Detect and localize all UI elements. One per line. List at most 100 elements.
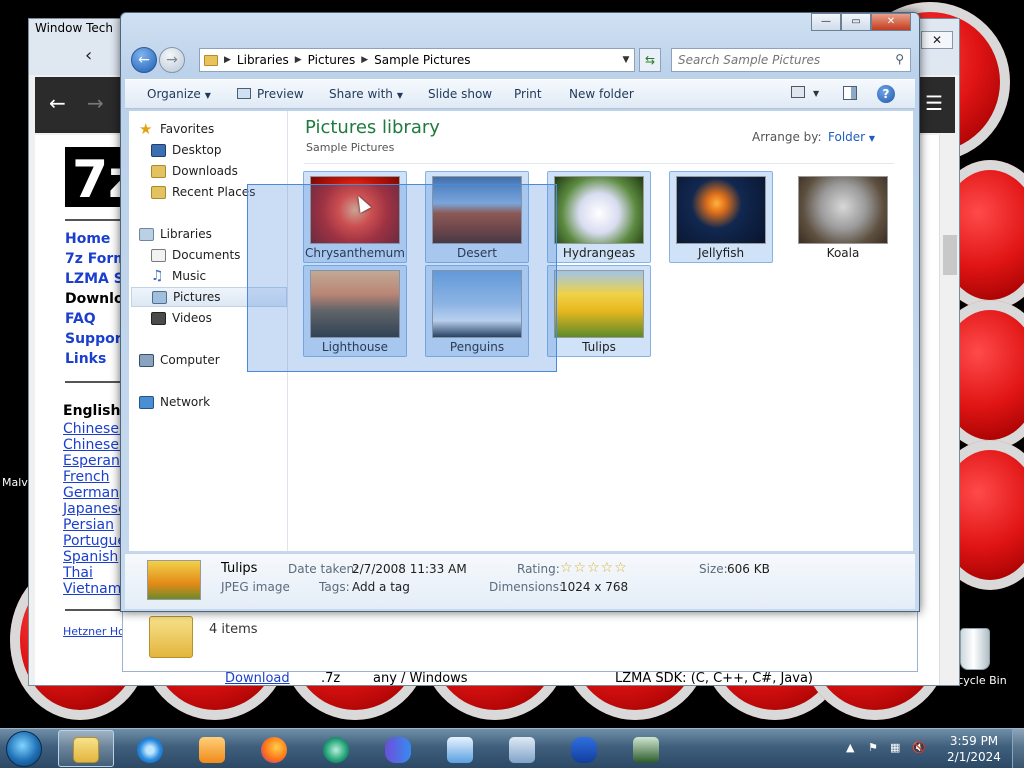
breadcrumb-pictures[interactable]: Pictures bbox=[308, 53, 356, 67]
nav-downloads[interactable]: Downloads bbox=[151, 161, 307, 181]
tags-value[interactable]: Add a tag bbox=[352, 580, 410, 594]
taskbar-app-9[interactable] bbox=[618, 730, 674, 767]
picture-name: Koala bbox=[826, 246, 860, 260]
picture-thumbnail bbox=[554, 176, 644, 244]
taskbar: ▲ ⚑ ▦ 🔇 3:59 PM 2/1/2024 bbox=[0, 728, 1024, 768]
clock-date: 2/1/2024 bbox=[947, 750, 1001, 764]
new-folder-button[interactable]: New folder bbox=[569, 87, 634, 101]
nav-label: Computer bbox=[160, 353, 220, 367]
change-view-icon[interactable] bbox=[791, 86, 805, 98]
slide-show-button[interactable]: Slide show bbox=[428, 87, 492, 101]
breadcrumb-libraries[interactable]: Libraries bbox=[237, 53, 289, 67]
infinity-icon bbox=[385, 737, 411, 763]
table-cell[interactable]: Download bbox=[225, 671, 290, 686]
date-taken-label: Date taken: bbox=[288, 562, 359, 576]
clock-time: 3:59 PM bbox=[949, 734, 999, 748]
browser-back-icon[interactable]: ← bbox=[49, 91, 66, 115]
taskbar-app-5[interactable] bbox=[370, 730, 426, 767]
browser-forward-icon[interactable]: → bbox=[87, 91, 104, 115]
divider bbox=[65, 381, 125, 383]
preview-pane-icon[interactable] bbox=[843, 86, 857, 100]
show-desktop-button[interactable] bbox=[1012, 729, 1024, 768]
scrollbar-thumb[interactable] bbox=[943, 235, 957, 275]
table-cell: LZMA SDK: (C, C++, C#, Java) bbox=[615, 671, 813, 686]
app-icon bbox=[323, 737, 349, 763]
divider bbox=[65, 609, 125, 611]
taskbar-explorer[interactable] bbox=[58, 730, 114, 767]
nav-desktop[interactable]: Desktop bbox=[151, 140, 307, 160]
minimize-button[interactable]: — bbox=[811, 13, 841, 31]
forward-button[interactable]: → bbox=[159, 47, 185, 73]
maximize-button[interactable]: ▭ bbox=[841, 13, 871, 31]
chevron-right-icon[interactable]: ▶ bbox=[224, 55, 231, 65]
network-icon bbox=[139, 395, 154, 409]
host-link[interactable]: Hetzner Ho bbox=[63, 625, 125, 638]
help-icon[interactable]: ? bbox=[877, 85, 895, 103]
taskbar-app-7[interactable] bbox=[494, 730, 550, 767]
chevron-right-icon[interactable]: ▶ bbox=[295, 55, 302, 65]
picture-item[interactable]: Hydrangeas bbox=[547, 171, 651, 263]
address-bar[interactable]: ▶ Libraries ▶ Pictures ▶ Sample Pictures… bbox=[199, 48, 635, 72]
nav-network[interactable]: Network bbox=[139, 392, 295, 412]
desktop-icon-label[interactable]: Malv bbox=[2, 476, 28, 489]
picture-item[interactable]: Jellyfish bbox=[669, 171, 773, 263]
organize-label: Organize bbox=[147, 87, 201, 101]
print-button[interactable]: Print bbox=[514, 87, 542, 101]
clock[interactable]: 3:59 PM 2/1/2024 bbox=[944, 733, 1004, 765]
picture-item[interactable]: Koala bbox=[791, 171, 895, 263]
network-icon[interactable]: ▦ bbox=[890, 741, 900, 754]
taskbar-malwarebytes[interactable] bbox=[556, 730, 612, 767]
taskbar-internet-explorer[interactable] bbox=[122, 730, 178, 767]
selected-file-type: JPEG image bbox=[221, 580, 290, 594]
size-value: 606 KB bbox=[727, 562, 770, 576]
browser-scrollbar[interactable] bbox=[939, 135, 959, 685]
chevron-down-icon: ▼ bbox=[396, 91, 404, 100]
dimensions-value: 1024 x 768 bbox=[560, 580, 629, 594]
browser-menu-icon[interactable]: ☰ bbox=[925, 91, 943, 115]
internet-explorer-icon bbox=[137, 737, 163, 763]
taskbar-firefox[interactable] bbox=[246, 730, 302, 767]
chevron-down-icon[interactable]: ▼ bbox=[813, 89, 819, 98]
share-with-button[interactable]: Share with ▼ bbox=[329, 87, 403, 101]
search-icon[interactable]: ⚲ bbox=[895, 52, 904, 66]
rating-stars[interactable]: ☆☆☆☆☆ bbox=[560, 560, 628, 576]
item-count: 4 items bbox=[209, 622, 258, 637]
refresh-button[interactable]: ⇆ bbox=[639, 48, 661, 72]
picture-item[interactable]: Tulips bbox=[547, 265, 651, 357]
browser-tab-back-icon[interactable]: ‹ bbox=[85, 45, 92, 66]
arrange-by-label: Arrange by: bbox=[752, 130, 822, 144]
search-box[interactable]: ⚲ bbox=[671, 48, 911, 72]
taskbar-app-6[interactable] bbox=[432, 730, 488, 767]
flag-icon[interactable]: ⚑ bbox=[868, 741, 878, 754]
taskbar-app-4[interactable] bbox=[308, 730, 364, 767]
music-icon: ♫ bbox=[151, 267, 164, 284]
date-taken-value[interactable]: 2/7/2008 11:33 AM bbox=[352, 562, 467, 576]
chevron-down-icon[interactable]: ▼ bbox=[618, 55, 634, 65]
close-button[interactable]: ✕ bbox=[871, 13, 911, 31]
chevron-right-icon[interactable]: ▶ bbox=[361, 55, 368, 65]
organize-button[interactable]: Organize ▼ bbox=[147, 87, 211, 101]
dimensions-label: Dimensions: bbox=[489, 580, 564, 594]
table-cell: any / Windows bbox=[373, 671, 468, 686]
nav-label: Music bbox=[172, 269, 207, 283]
volume-muted-icon[interactable]: 🔇 bbox=[912, 741, 926, 754]
browser-close-button[interactable]: ✕ bbox=[921, 31, 953, 49]
folder-window: 4 items bbox=[122, 612, 918, 672]
taskbar-media-player[interactable] bbox=[184, 730, 240, 767]
recycle-bin-icon bbox=[960, 628, 990, 670]
malwarebytes-icon bbox=[571, 737, 597, 763]
table-cell: .7z bbox=[321, 671, 341, 686]
search-input[interactable] bbox=[672, 49, 882, 71]
nav-label: Recent Places bbox=[172, 185, 256, 199]
start-button[interactable] bbox=[6, 731, 42, 767]
breadcrumb-sample-pictures[interactable]: Sample Pictures bbox=[374, 53, 470, 67]
divider bbox=[304, 163, 894, 164]
downloads-icon bbox=[151, 164, 166, 178]
nav-favorites[interactable]: ★ Favorites bbox=[139, 119, 295, 139]
back-button[interactable]: ← bbox=[131, 47, 157, 73]
nav-label: Videos bbox=[172, 311, 212, 325]
arrange-by-dropdown[interactable]: Folder ▼ bbox=[828, 130, 875, 144]
preview-button[interactable]: Preview bbox=[237, 87, 304, 101]
divider bbox=[65, 219, 125, 221]
show-hidden-icons-icon[interactable]: ▲ bbox=[846, 741, 854, 754]
